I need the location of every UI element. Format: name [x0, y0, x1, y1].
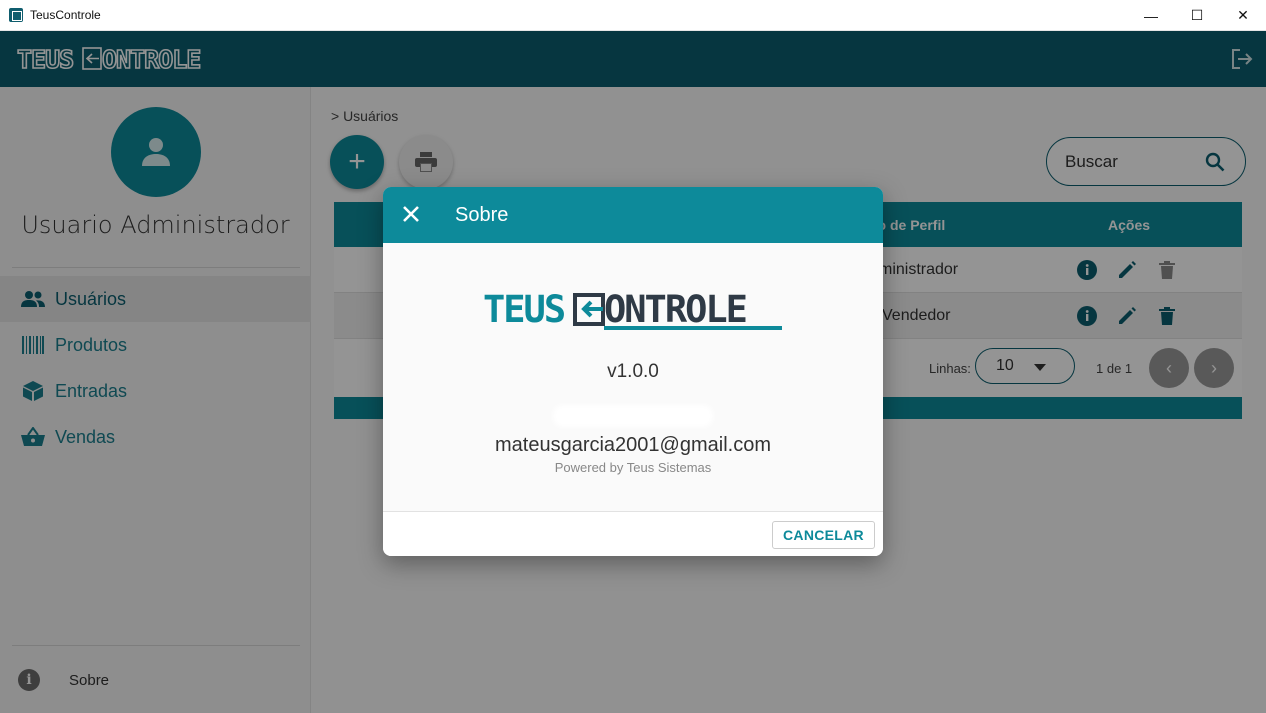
- window-titlebar: TeusControle — ☐ ✕: [0, 0, 1266, 31]
- about-dialog: Sobre TEUS ONTROLE v1.0.0 mateusgarcia20…: [383, 187, 883, 556]
- dialog-title: Sobre: [455, 204, 509, 226]
- logo-text-left: TEUS: [483, 289, 565, 331]
- dialog-body: TEUS ONTROLE v1.0.0 mateusgarcia2001@gma…: [383, 243, 883, 511]
- window-controls: — ☐ ✕: [1128, 0, 1266, 31]
- contact-email: mateusgarcia2001@gmail.com: [495, 434, 771, 456]
- logo-text-right: ONTROLE: [604, 289, 746, 331]
- close-window-button[interactable]: ✕: [1220, 0, 1266, 31]
- app-version: v1.0.0: [607, 361, 659, 382]
- cancel-button[interactable]: CANCELAR: [772, 521, 875, 549]
- teuscontrole-logo: TEUS ONTROLE: [483, 288, 783, 336]
- close-icon[interactable]: [401, 204, 421, 224]
- app-icon: [9, 8, 23, 22]
- powered-by: Powered by Teus Sistemas: [554, 460, 712, 475]
- maximize-button[interactable]: ☐: [1174, 0, 1220, 31]
- redacted-text: [553, 405, 713, 427]
- window-title: TeusControle: [30, 8, 101, 22]
- dialog-header: Sobre: [383, 187, 883, 243]
- dialog-footer: CANCELAR: [383, 511, 883, 556]
- minimize-button[interactable]: —: [1128, 0, 1174, 31]
